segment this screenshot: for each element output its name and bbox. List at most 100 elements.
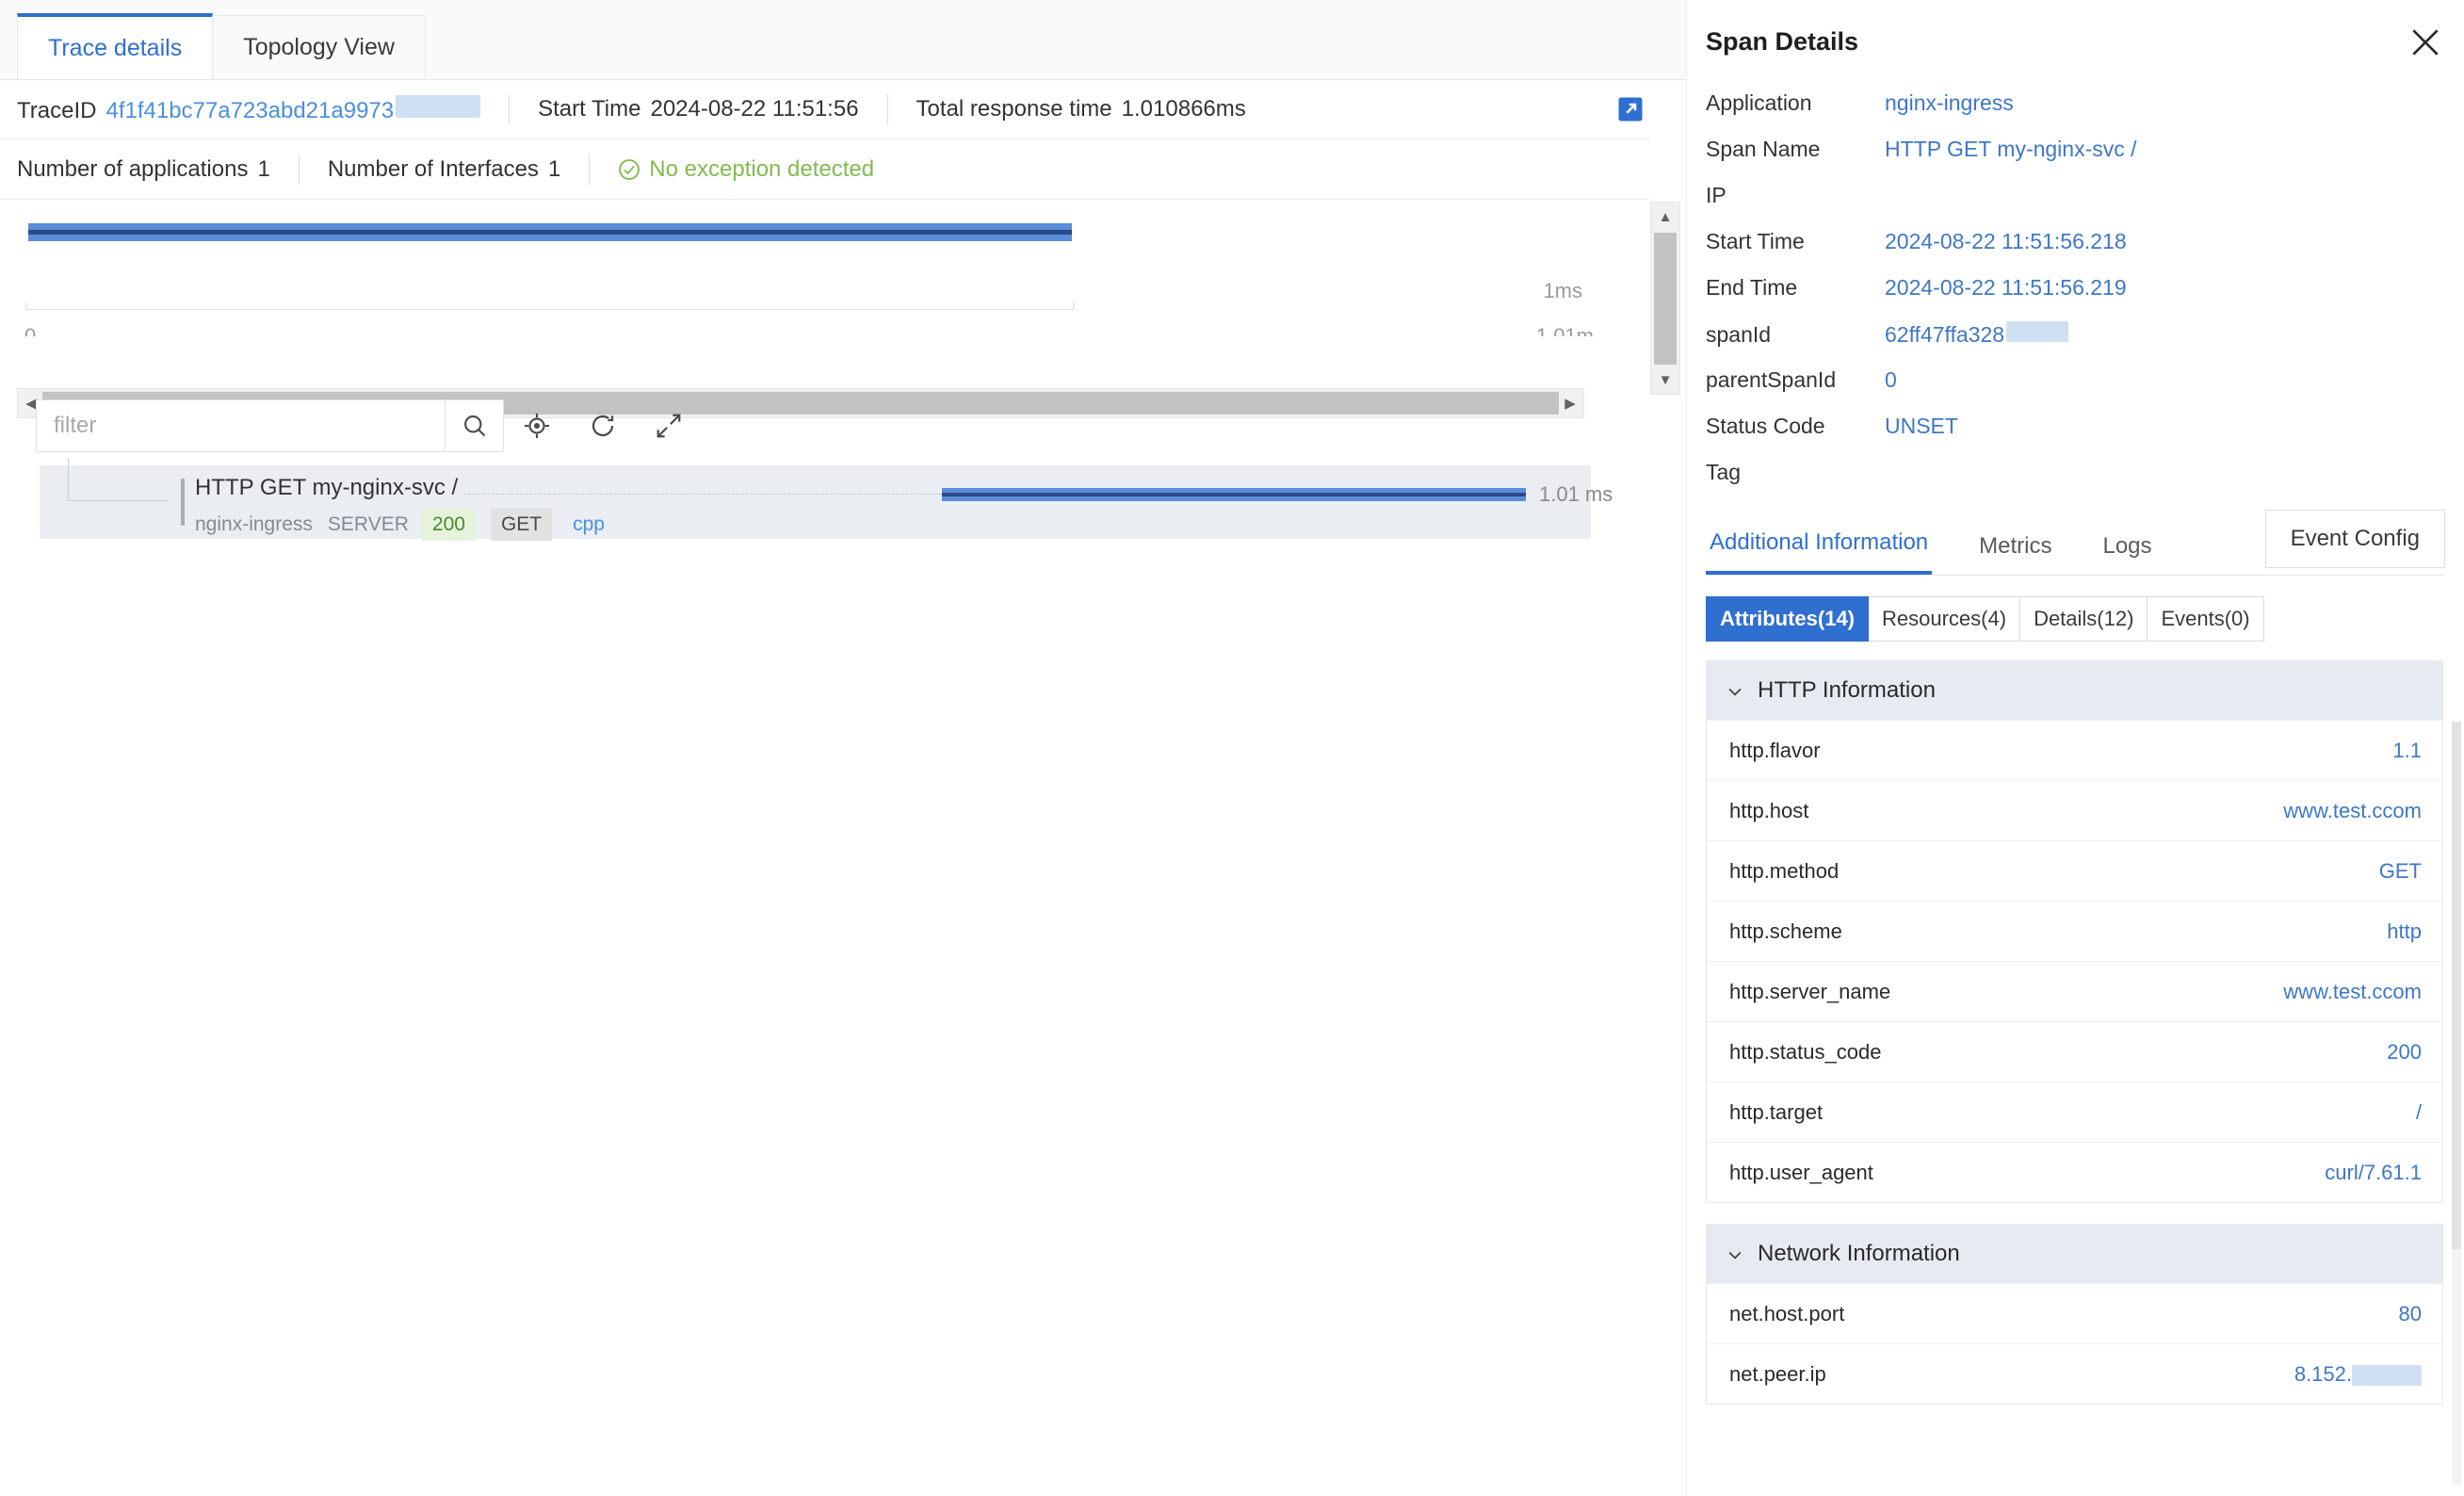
table-row: net.peer.ip 8.152. <box>1707 1343 2442 1404</box>
start-time-label: Start Time <box>538 96 640 122</box>
panel-scrollbar[interactable] <box>2452 722 2461 1485</box>
attr-key: http.user_agent <box>1729 1161 1873 1185</box>
field-span-name-value[interactable]: HTTP GET my-nginx-svc / <box>1885 137 2137 162</box>
field-start-time: Start Time 2024-08-22 11:51:56.218 <box>1706 229 2441 275</box>
attr-value-text: 8.152. <box>2294 1362 2352 1386</box>
segment-events[interactable]: Events(0) <box>2148 596 2263 642</box>
field-application-value[interactable]: nginx-ingress <box>1885 90 2014 116</box>
span-status-badge: 200 <box>422 509 476 541</box>
target-icon[interactable] <box>504 399 570 452</box>
field-start-time-label: Start Time <box>1706 229 1885 254</box>
tab-logs[interactable]: Logs <box>2099 533 2155 575</box>
divider <box>589 154 590 185</box>
field-status-code-label: Status Code <box>1706 414 1885 439</box>
span-row[interactable]: HTTP GET my-nginx-svc / nginx-ingress SE… <box>40 465 1591 539</box>
attribute-segment-group: Attributes(14) Resources(4) Details(12) … <box>1706 596 2264 642</box>
scrollbar-thumb[interactable] <box>2452 722 2461 1249</box>
minimap-span-bar <box>28 223 1072 241</box>
tab-trace-details[interactable]: Trace details <box>17 13 213 79</box>
close-icon[interactable] <box>2407 24 2443 60</box>
table-row: http.flavor 1.1 <box>1707 720 2442 780</box>
span-meta: nginx-ingress SERVER 200 GET cpp <box>195 509 798 541</box>
interfaces-count-label: Number of Interfaces <box>328 156 539 183</box>
attribute-group-http-title: HTTP Information <box>1758 677 1936 704</box>
attr-key: http.server_name <box>1729 980 1890 1004</box>
net-peer-ip-redaction <box>2352 1365 2422 1386</box>
search-icon[interactable] <box>445 400 503 451</box>
attr-key: net.peer.ip <box>1729 1362 1826 1387</box>
external-link-icon[interactable] <box>1616 95 1645 123</box>
span-title: HTTP GET my-nginx-svc / <box>195 473 798 503</box>
scroll-up-icon[interactable]: ▲ <box>1651 204 1679 229</box>
field-tag: Tag <box>1706 460 2441 506</box>
table-row: http.scheme http <box>1707 901 2442 961</box>
tab-logs-label: Logs <box>2102 533 2151 559</box>
field-span-id-value: 62ff47ffa328 <box>1885 322 2004 348</box>
attr-key: http.status_code <box>1729 1040 1881 1065</box>
field-end-time-value: 2024-08-22 11:51:56.219 <box>1885 275 2127 301</box>
tab-topology-view-label: Topology View <box>243 34 395 61</box>
chevron-down-icon <box>1726 681 1744 700</box>
attribute-group-http-header[interactable]: HTTP Information <box>1707 661 2442 720</box>
attr-key: net.host.port <box>1729 1302 1844 1326</box>
attribute-group-network-header[interactable]: Network Information <box>1707 1225 2442 1283</box>
table-row: http.host www.test.ccom <box>1707 780 2442 840</box>
refresh-icon[interactable] <box>570 399 636 452</box>
attr-key: http.target <box>1729 1100 1823 1125</box>
event-config-button[interactable]: Event Config <box>2265 510 2445 568</box>
segment-resources[interactable]: Resources(4) <box>1869 596 2020 642</box>
segment-events-label: Events(0) <box>2161 607 2249 631</box>
field-application: Application nginx-ingress <box>1706 90 2441 137</box>
tab-topology-view[interactable]: Topology View <box>212 15 426 79</box>
minimap-axis-end-label: 1.01m <box>1536 324 1594 336</box>
field-tag-label: Tag <box>1706 460 1885 485</box>
traceid-label: TraceID <box>17 98 96 124</box>
span-details-title: Span Details <box>1706 27 1858 57</box>
attr-value: curl/7.61.1 <box>2325 1161 2422 1185</box>
field-application-label: Application <box>1706 90 1885 116</box>
field-span-name-label: Span Name <box>1706 137 1885 162</box>
span-details-fields: Application nginx-ingress Span Name HTTP… <box>1687 83 2464 506</box>
trace-detail-pane: Trace details Topology View TraceID 4f1f… <box>0 0 1686 1496</box>
chevron-down-icon <box>1726 1244 1744 1263</box>
span-details-tabs: Additional Information Metrics Logs Even… <box>1706 515 2445 576</box>
exception-status: No exception detected <box>618 156 874 183</box>
segment-attributes-label: Attributes(14) <box>1720 607 1855 631</box>
span-language-badge: cpp <box>573 512 605 538</box>
minimap-canvas[interactable]: 1ms 0 1.01m <box>0 200 1637 336</box>
tab-trace-details-label: Trace details <box>48 35 182 62</box>
tab-metrics-label: Metrics <box>1979 533 2051 559</box>
span-id-redaction <box>2006 321 2068 342</box>
span-kind: SERVER <box>328 512 409 538</box>
event-config-button-label: Event Config <box>2291 526 2420 552</box>
divider <box>887 94 888 124</box>
applications-count-value: 1 <box>257 156 269 183</box>
span-application: nginx-ingress <box>195 512 313 538</box>
divider <box>299 154 300 185</box>
scrollbar-thumb[interactable] <box>1654 233 1677 365</box>
field-ip: IP <box>1706 183 2441 229</box>
traceid-value[interactable]: 4f1f41bc77a723abd21a9973 <box>105 98 394 124</box>
traceid-redaction <box>396 95 480 118</box>
minimap-vertical-scrollbar[interactable]: ▲ ▼ <box>1650 202 1680 395</box>
attribute-groups: HTTP Information http.flavor 1.1 http.ho… <box>1706 660 2443 1405</box>
filter-input[interactable] <box>37 400 445 451</box>
field-span-name: Span Name HTTP GET my-nginx-svc / <box>1706 137 2441 183</box>
scroll-down-icon[interactable]: ▼ <box>1651 367 1679 392</box>
field-end-time-label: End Time <box>1706 275 1885 301</box>
span-duration-label: 1.01 ms <box>1539 482 1613 507</box>
attribute-group-http: HTTP Information http.flavor 1.1 http.ho… <box>1706 660 2443 1203</box>
span-details-header: Span Details <box>1687 0 2464 83</box>
applications-count-field: Number of applications 1 <box>17 156 270 183</box>
tab-metrics[interactable]: Metrics <box>1975 533 2055 575</box>
divider <box>509 94 510 124</box>
expand-icon[interactable] <box>636 399 702 452</box>
attr-value: www.test.ccom <box>2283 980 2422 1004</box>
attribute-group-network: Network Information net.host.port 80 net… <box>1706 1224 2443 1405</box>
span-details-panel: Span Details Application nginx-ingress S… <box>1686 0 2464 1496</box>
segment-details[interactable]: Details(12) <box>2020 596 2148 642</box>
tab-additional-information[interactable]: Additional Information <box>1706 529 1932 575</box>
segment-attributes[interactable]: Attributes(14) <box>1706 596 1869 642</box>
table-row: net.host.port 80 <box>1707 1283 2442 1343</box>
span-duration-bar[interactable] <box>942 488 1526 501</box>
